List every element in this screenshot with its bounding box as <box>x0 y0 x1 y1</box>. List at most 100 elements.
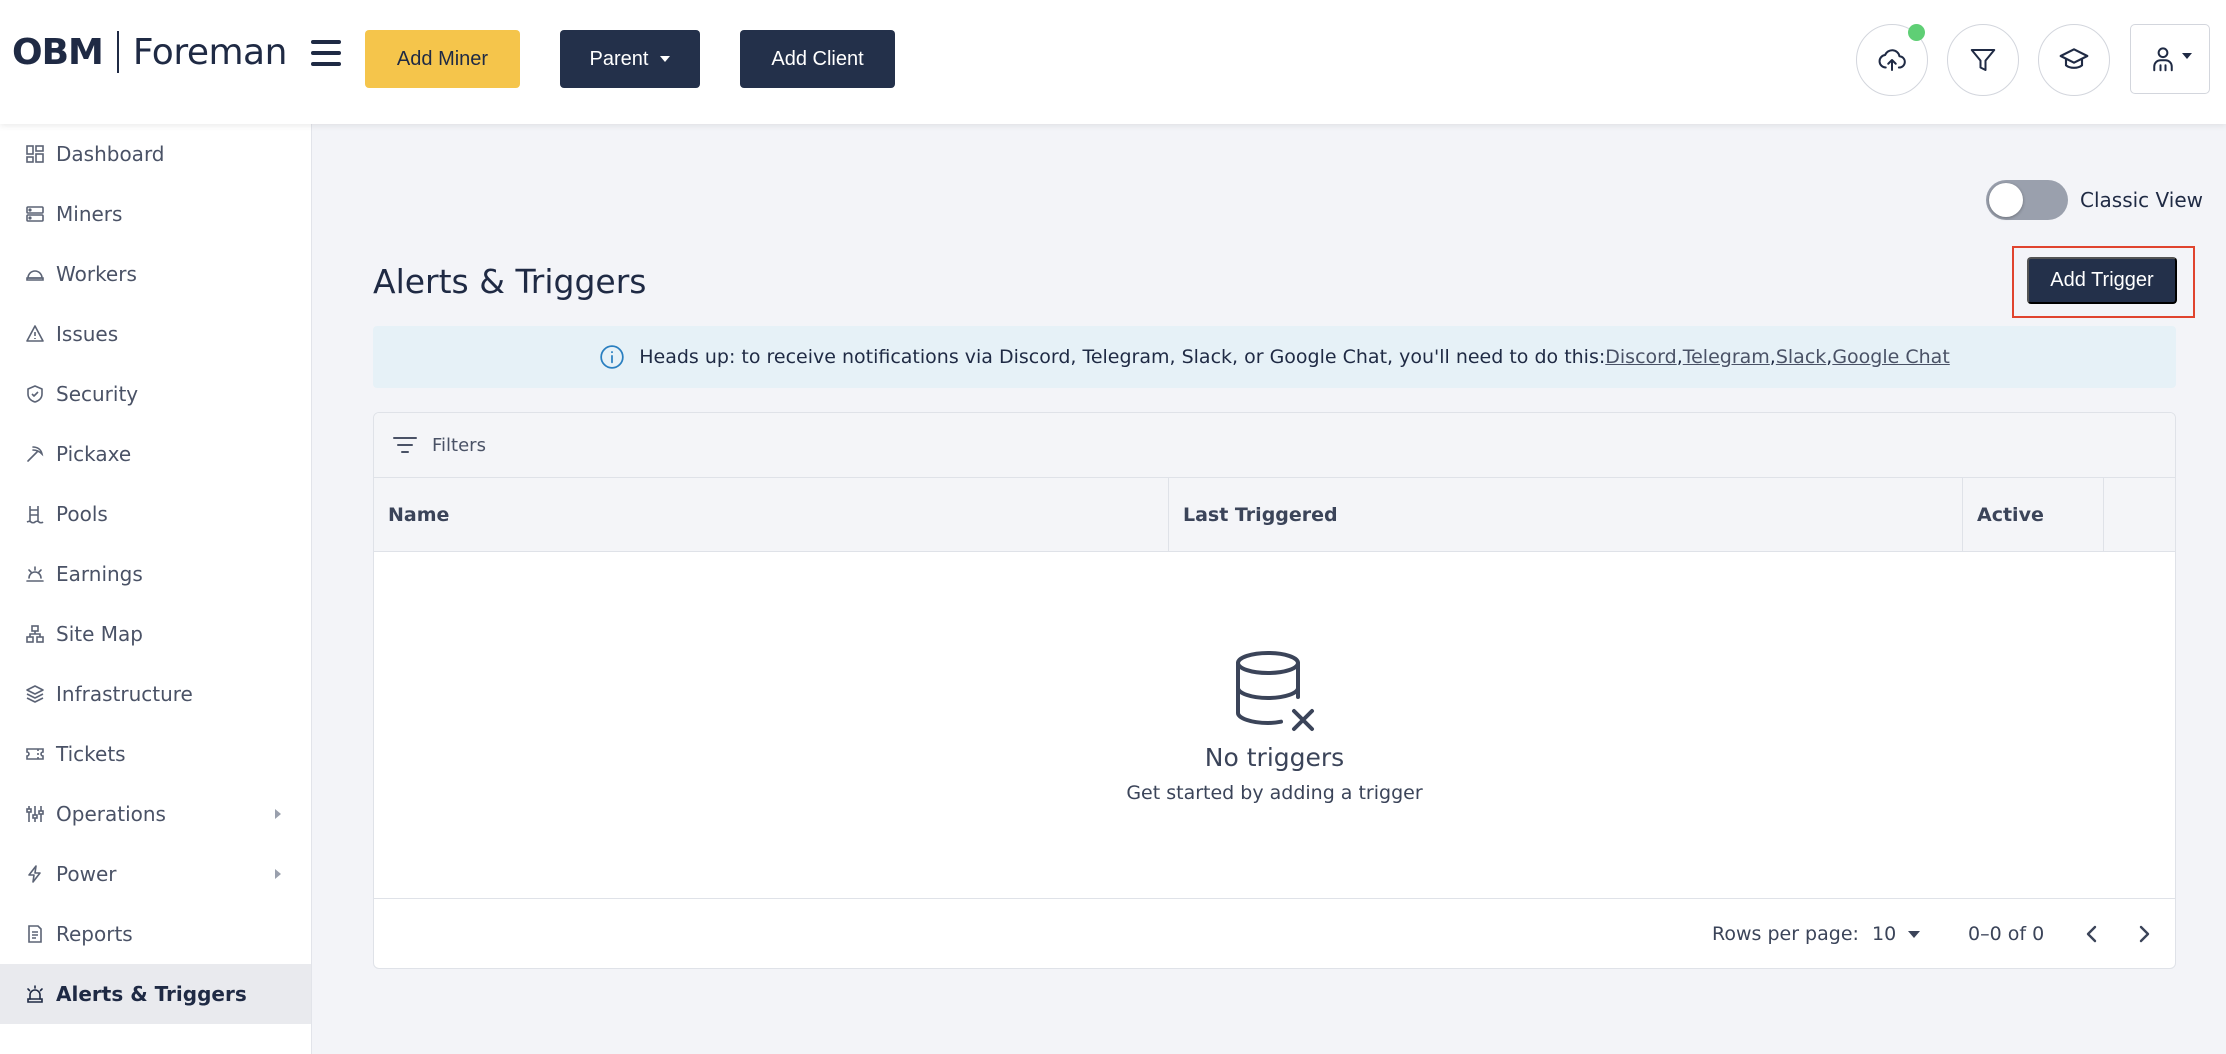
alarm-icon <box>24 983 46 1005</box>
sidebar-item-tickets[interactable]: Tickets <box>0 724 311 784</box>
logo-obm: OBM <box>12 31 104 73</box>
classic-view-label: Classic View <box>2080 188 2203 212</box>
sidebar-item-label: Workers <box>56 262 137 286</box>
sidebar-item-label: Infrastructure <box>56 682 193 706</box>
filters-label: Filters <box>432 434 486 456</box>
top-header: OBM Foreman Add Miner Parent Add Client <box>0 0 2226 124</box>
sidebar-item-miners[interactable]: Miners <box>0 184 311 244</box>
discord-link[interactable]: Discord <box>1605 346 1676 368</box>
sidebar-item-site-map[interactable]: Site Map <box>0 604 311 664</box>
filter-lines-icon <box>392 434 418 456</box>
logo-foreman: Foreman <box>132 31 288 73</box>
user-menu-button[interactable] <box>2130 24 2210 94</box>
next-page-button[interactable] <box>2130 919 2158 949</box>
page-title: Alerts & Triggers <box>373 262 647 301</box>
sidebar-item-workers[interactable]: Workers <box>0 244 311 304</box>
sidebar-item-operations[interactable]: Operations <box>0 784 311 844</box>
logo-divider <box>116 31 119 73</box>
sidebar-item-security[interactable]: Security <box>0 364 311 424</box>
sidebar-item-label: Issues <box>56 322 119 346</box>
sidebar-item-label: Reports <box>56 922 133 946</box>
hamburger-menu-icon[interactable] <box>311 40 341 66</box>
column-header-actions <box>2104 478 2175 552</box>
chevron-right-icon <box>275 869 281 879</box>
layers-icon <box>24 683 46 705</box>
telegram-link[interactable]: Telegram <box>1683 346 1770 368</box>
caret-down-icon <box>660 56 671 62</box>
sidebar-item-label: Miners <box>56 202 123 226</box>
warning-icon <box>24 323 46 345</box>
sidebar-item-earnings[interactable]: Earnings <box>0 544 311 604</box>
logo[interactable]: OBM Foreman <box>12 28 287 76</box>
sidebar-item-infrastructure[interactable]: Infrastructure <box>0 664 311 724</box>
rows-per-page-label: Rows per page: <box>1712 923 1859 945</box>
chevron-left-icon <box>2086 925 2097 943</box>
chevron-right-icon <box>2139 925 2150 943</box>
server-icon <box>24 203 46 225</box>
funnel-icon <box>1970 49 1996 71</box>
helmet-icon <box>24 263 46 285</box>
sidebar-item-reports[interactable]: Reports <box>0 904 311 964</box>
add-client-button[interactable]: Add Client <box>740 30 895 88</box>
parent-label: Parent <box>589 47 649 70</box>
classic-view-toggle[interactable] <box>1986 180 2068 220</box>
info-banner: Heads up: to receive notifications via D… <box>373 326 2176 388</box>
table-pagination: Rows per page: 10 0–0 of 0 <box>374 898 2175 968</box>
sidebar-item-pools[interactable]: Pools <box>0 484 311 544</box>
user-icon <box>2153 47 2173 72</box>
sidebar-item-label: Power <box>56 862 117 886</box>
empty-title: No triggers <box>1204 742 1345 772</box>
rows-per-page-select[interactable]: 10 <box>1872 923 1921 945</box>
sidebar-item-label: Alerts & Triggers <box>56 982 247 1006</box>
earnings-icon <box>24 563 46 585</box>
shield-icon <box>24 383 46 405</box>
cloud-upload-icon <box>1878 49 1906 71</box>
caret-down-icon <box>2182 53 2192 59</box>
sitemap-icon <box>24 623 46 645</box>
learning-button[interactable] <box>2038 24 2110 96</box>
sidebar-item-issues[interactable]: Issues <box>0 304 311 364</box>
sidebar-item-pickaxe[interactable]: Pickaxe <box>0 424 311 484</box>
sidebar-item-label: Operations <box>56 802 166 826</box>
add-miner-button[interactable]: Add Miner <box>365 30 520 88</box>
previous-page-button[interactable] <box>2078 919 2106 949</box>
status-online-dot <box>1908 24 1925 41</box>
triggers-table: Filters Name Last Triggered Active No tr… <box>373 412 2176 969</box>
dashboard-icon <box>24 143 46 165</box>
table-header: Name Last Triggered Active <box>374 478 2175 552</box>
sidebar-item-label: Pools <box>56 502 108 526</box>
sidebar-item-dashboard[interactable]: Dashboard <box>0 124 311 184</box>
sidebar-item-alerts-triggers[interactable]: Alerts & Triggers <box>0 964 311 1024</box>
toggle-knob <box>1989 183 2023 217</box>
column-header-active[interactable]: Active <box>1963 478 2104 552</box>
slack-link[interactable]: Slack <box>1776 346 1826 368</box>
database-x-icon <box>1235 650 1314 731</box>
sliders-icon <box>24 803 46 825</box>
column-header-name[interactable]: Name <box>374 478 1169 552</box>
caret-down-icon <box>1908 930 1921 938</box>
sidebar-item-label: Security <box>56 382 139 406</box>
add-trigger-button[interactable]: Add Trigger <box>2027 257 2177 304</box>
sidebar: Dashboard Miners Workers Issues Security… <box>0 124 312 1054</box>
sidebar-item-label: Earnings <box>56 562 143 586</box>
pickaxe-icon <box>24 443 46 465</box>
sidebar-item-label: Tickets <box>56 742 126 766</box>
filters-button[interactable]: Filters <box>374 413 2175 478</box>
google-chat-link[interactable]: Google Chat <box>1832 346 1949 368</box>
rows-per-page-value: 10 <box>1872 923 1897 945</box>
column-header-last-triggered[interactable]: Last Triggered <box>1169 478 1963 552</box>
banner-text: Heads up: to receive notifications via D… <box>639 346 1606 368</box>
classic-view-toggle-group: Classic View <box>1986 180 2203 220</box>
bolt-icon <box>24 863 46 885</box>
filter-button[interactable] <box>1947 24 2019 96</box>
parent-dropdown-button[interactable]: Parent <box>560 30 700 88</box>
sidebar-item-power[interactable]: Power <box>0 844 311 904</box>
chevron-right-icon <box>275 809 281 819</box>
ticket-icon <box>24 743 46 765</box>
pools-icon <box>24 503 46 525</box>
empty-state: No triggers Get started by adding a trig… <box>374 552 2175 898</box>
sidebar-item-label: Site Map <box>56 622 143 646</box>
info-icon <box>599 344 625 370</box>
empty-subtitle: Get started by adding a trigger <box>1126 781 1423 804</box>
sidebar-item-label: Pickaxe <box>56 442 132 466</box>
